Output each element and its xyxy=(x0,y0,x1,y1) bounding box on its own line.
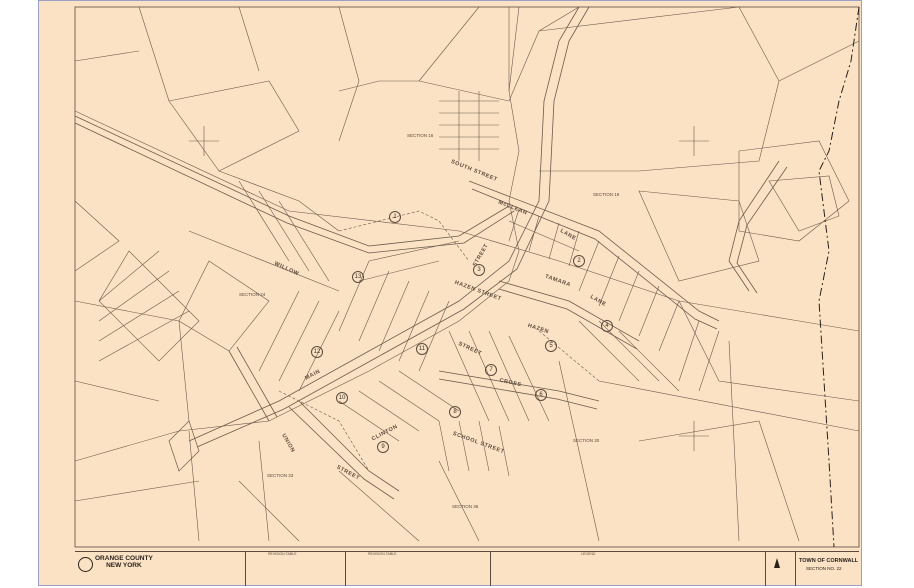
county-name-line-1: ORANGE COUNTY xyxy=(95,555,153,562)
revision-table-1-title: REVISION TABLE xyxy=(268,552,297,556)
section-label-33: SECTION 33 xyxy=(267,473,294,478)
block-number: 7 xyxy=(485,364,497,376)
section-label-30: SECTION 30 xyxy=(573,438,600,443)
town-info: TOWN OF CORNWALL SECTION NO. 22 xyxy=(795,552,859,586)
town-name: TOWN OF CORNWALL xyxy=(799,558,859,564)
county-seal-icon xyxy=(78,557,93,572)
title-block: ORANGE COUNTY NEW YORK REVISION TABLE RE… xyxy=(75,551,859,586)
revision-table-2-title: REVISION TABLE xyxy=(368,552,397,556)
section-number-label: SECTION NO. xyxy=(806,566,836,571)
revision-table-2: REVISION TABLE xyxy=(345,552,445,586)
legend-table: LEGEND xyxy=(490,552,690,586)
block-number: 8 xyxy=(449,406,461,418)
block-number: 13 xyxy=(352,271,364,283)
section-label-36: SECTION 36 xyxy=(452,504,479,509)
block-number: 6 xyxy=(535,389,547,401)
block-number: 2 xyxy=(573,255,585,267)
revision-table-1: REVISION TABLE xyxy=(245,552,345,586)
tax-map-sheet: SOUTH STREET McCLEAN LANE TAMARA LANE HA… xyxy=(38,0,862,586)
section-label-19: SECTION 19 xyxy=(593,192,620,197)
north-arrow-icon xyxy=(774,558,780,568)
block-number: 5 xyxy=(545,340,557,352)
block-number: 9 xyxy=(377,441,389,453)
block-number: 12 xyxy=(311,346,323,358)
block-number: 1 xyxy=(389,211,401,223)
legend-title: LEGEND xyxy=(581,552,596,556)
county-name-line-2: NEW YORK xyxy=(106,562,142,569)
section-label-24: SECTION 24 xyxy=(239,292,266,297)
block-number: 3 xyxy=(473,264,485,276)
north-arrow-box xyxy=(765,552,795,586)
parcel-map xyxy=(74,6,860,548)
section-number-value: 22 xyxy=(836,566,842,571)
block-number: 4 xyxy=(601,320,613,332)
section-number-line: SECTION NO. 22 xyxy=(806,566,842,571)
block-number: 11 xyxy=(416,343,428,355)
section-label-16: SECTION 16 xyxy=(407,133,434,138)
county-name: ORANGE COUNTY NEW YORK xyxy=(95,555,153,569)
block-number: 10 xyxy=(336,392,348,404)
